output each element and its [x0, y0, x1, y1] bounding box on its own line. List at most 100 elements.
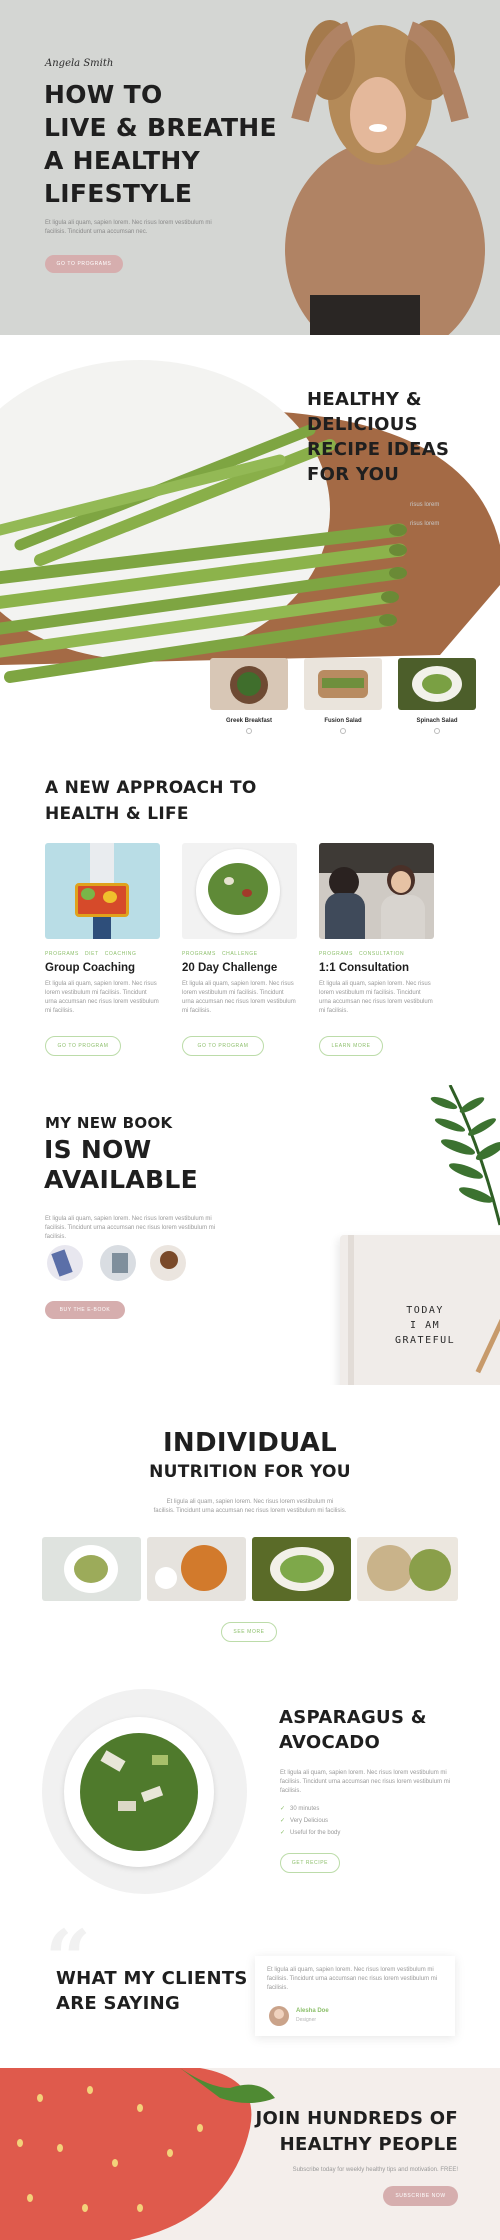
recipe-image	[304, 658, 382, 710]
get-recipe-button[interactable]: GET RECIPE	[280, 1853, 340, 1873]
join-section: JOIN HUNDREDS OF HEALTHY PEOPLE Subscrib…	[0, 2068, 500, 2240]
join-title-line: JOIN HUNDREDS OF	[255, 2108, 458, 2129]
recipe-label: Fusion Salad	[324, 718, 362, 724]
card-tag[interactable]: COACHING	[105, 951, 137, 957]
challenge-image	[182, 843, 297, 939]
hero-title-line: LIFESTYLE	[44, 179, 193, 208]
see-more-button[interactable]: SEE MORE	[221, 1622, 277, 1642]
book-thumb[interactable]	[150, 1245, 186, 1281]
avatar	[269, 2006, 289, 2026]
recipe-card[interactable]: Spinach Salad	[398, 658, 476, 734]
checklist-label: 30 minutes	[290, 1806, 320, 1812]
card-tag[interactable]: PROGRAMS	[182, 951, 216, 957]
gratitude-notebook-image: TODAY I AM GRATEFUL	[340, 1235, 500, 1385]
hero-text: Et ligula ali quam, sapien lorem. Nec ri…	[45, 219, 235, 237]
book-title: IS NOW AVAILABLE	[44, 1135, 198, 1195]
testimonials-title: WHAT MY CLIENTS ARE SAYING	[56, 1966, 248, 2016]
go-to-programs-button[interactable]: GO TO PROGRAMS	[45, 255, 123, 273]
recipes-faded-text: risus lorem	[410, 521, 440, 527]
card-tags: PROGRAMS CONSULTATION	[319, 951, 437, 957]
nutrition-text-line: facilisis. Tincidunt urna accumsan nec r…	[153, 1508, 347, 1514]
nutrition-photo[interactable]	[357, 1537, 458, 1601]
card-tag[interactable]: PROGRAMS	[45, 951, 79, 957]
salad-bowl-image	[42, 1689, 247, 1894]
book-thumb[interactable]	[47, 1245, 83, 1281]
feature-title: ASPARAGUS & AVOCADO	[279, 1705, 427, 1755]
nutrition-subtitle: NUTRITION FOR YOU	[149, 1462, 351, 1482]
book-title-line: IS NOW	[44, 1135, 152, 1164]
card-tag[interactable]: CONSULTATION	[359, 951, 404, 957]
join-title-line: HEALTHY PEOPLE	[279, 2134, 458, 2155]
testimonials-title-line: ARE SAYING	[56, 1993, 181, 2014]
card-tags: PROGRAMS CHALLENGE	[182, 951, 300, 957]
recipe-label: Greek Breakfast	[225, 718, 273, 724]
program-card: PROGRAMS CHALLENGE 20 Day Challenge Et l…	[182, 843, 300, 1056]
feature-checklist: ✓ 30 minutes ✓ Very Delicious ✓ Useful for …	[280, 1803, 340, 1839]
buy-ebook-button[interactable]: BUY THE E-BOOK	[45, 1301, 125, 1319]
card-tag[interactable]: CHALLENGE	[222, 951, 258, 957]
check-icon: ✓	[280, 1806, 286, 1812]
card-tag[interactable]: DIET	[85, 951, 99, 957]
program-card: PROGRAMS DIET COACHING Group Coaching Et…	[45, 843, 163, 1056]
recipes-faded-text: risus lorem	[410, 502, 440, 508]
book-title-line: AVAILABLE	[44, 1165, 198, 1194]
learn-more-button[interactable]: LEARN MORE	[319, 1036, 383, 1056]
recipes-title-line: RECIPE IDEAS	[307, 439, 450, 460]
nutrition-text-line: Et ligula ali quam, sapien lorem. Nec ri…	[166, 1499, 334, 1505]
card-tag[interactable]: PROGRAMS	[319, 951, 353, 957]
go-to-program-button[interactable]: GO TO PROGRAM	[45, 1036, 121, 1056]
nutrition-photo[interactable]	[42, 1537, 141, 1601]
approach-title-line: A NEW APPROACH TO	[45, 778, 257, 798]
fern-image	[430, 1085, 500, 1226]
hero-title-line: HOW TO	[44, 80, 163, 109]
checklist-item: ✓ 30 minutes	[280, 1803, 340, 1815]
recipes-title-line: DELICIOUS	[307, 414, 418, 435]
book-thumb[interactable]	[100, 1245, 136, 1281]
notebook-text: TODAY I AM GRATEFUL	[395, 1303, 455, 1348]
recipes-section: HEALTHY & DELICIOUS RECIPE IDEAS FOR YOU…	[0, 335, 500, 765]
group-coaching-image	[45, 843, 160, 939]
book-text: Et ligula ali quam, sapien lorem. Nec ri…	[45, 1216, 216, 1240]
nutrition-photo[interactable]	[252, 1537, 351, 1601]
nutrition-photo[interactable]	[147, 1537, 246, 1601]
testimonial-card: Et ligula ali quam, sapien lorem. Nec ri…	[255, 1956, 455, 2036]
recipe-card[interactable]: Greek Breakfast	[210, 658, 288, 734]
card-text: Et ligula ali quam, sapien lorem. Nec ri…	[45, 981, 159, 1014]
testimonial-quote: Et ligula ali quam, sapien lorem. Nec ri…	[267, 1967, 438, 1991]
feature-title-line: AVOCADO	[279, 1732, 381, 1753]
recipes-title-line: FOR YOU	[307, 464, 400, 485]
hero-title-line: LIVE & BREATHE	[44, 113, 277, 142]
hero-title-line: A HEALTHY	[44, 146, 200, 175]
notebook-line: TODAY	[406, 1305, 444, 1316]
hero-text-line: facilisis. Tincidunt urna accumsan nec.	[45, 229, 148, 235]
book-section: TODAY I AM GRATEFUL MY NEW BOOK IS NOW A…	[0, 1085, 500, 1385]
card-title: 20 Day Challenge	[182, 962, 278, 974]
approach-title-line: HEALTH & LIFE	[45, 804, 189, 824]
recipe-feature-section: ASPARAGUS & AVOCADO Et ligula ali quam, …	[0, 1675, 500, 1930]
recipes-title-line: HEALTHY &	[307, 389, 422, 410]
hero-title: HOW TO LIVE & BREATHE A HEALTHY LIFESTYL…	[44, 78, 277, 210]
check-icon: ✓	[280, 1818, 286, 1824]
card-title: 1:1 Consultation	[319, 962, 410, 974]
join-text: Subscribe today for weekly healthy tips …	[292, 2167, 458, 2173]
go-to-program-button[interactable]: GO TO PROGRAM	[182, 1036, 264, 1056]
join-title: JOIN HUNDREDS OF HEALTHY PEOPLE	[220, 2106, 458, 2158]
subscribe-now-button[interactable]: SUBSCRIBE NOW	[383, 2186, 458, 2206]
book-kicker: MY NEW BOOK	[45, 1114, 173, 1132]
recipe-image	[210, 658, 288, 710]
checklist-item: ✓ Very Delicious	[280, 1815, 340, 1827]
feature-title-line: ASPARAGUS &	[279, 1707, 427, 1728]
notebook-line: I AM	[410, 1320, 441, 1331]
testimonial-name: Alesha Doe	[296, 2008, 329, 2014]
recipe-dot	[340, 728, 346, 734]
card-text: Et ligula ali quam, sapien lorem. Nec ri…	[182, 981, 296, 1014]
program-card: PROGRAMS CONSULTATION 1:1 Consultation E…	[319, 843, 437, 1056]
feature-text: Et ligula ali quam, sapien lorem. Nec ri…	[280, 1770, 451, 1794]
recipe-dot	[246, 728, 252, 734]
check-icon: ✓	[280, 1830, 286, 1836]
testimonials-section: “ WHAT MY CLIENTS ARE SAYING Et ligula a…	[0, 1912, 500, 2068]
approach-section: A NEW APPROACH TO HEALTH & LIFE PROGRAMS…	[0, 765, 500, 1085]
testimonials-title-line: WHAT MY CLIENTS	[56, 1968, 248, 1989]
recipe-card[interactable]: Fusion Salad	[304, 658, 382, 734]
card-tags: PROGRAMS DIET COACHING	[45, 951, 163, 957]
